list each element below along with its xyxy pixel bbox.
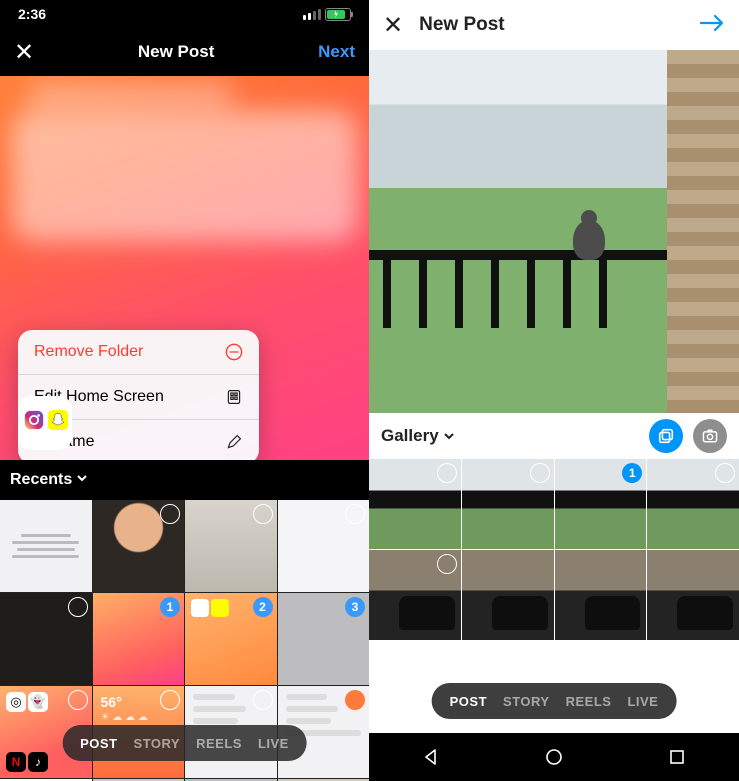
folder-app-icons bbox=[18, 396, 72, 450]
select-circle[interactable] bbox=[437, 554, 457, 574]
pencil-icon bbox=[225, 433, 243, 451]
back-icon[interactable] bbox=[420, 746, 442, 768]
photo-thumbnail[interactable] bbox=[555, 550, 647, 640]
mode-selector: POST STORY REELS LIVE bbox=[432, 683, 677, 719]
home-icon[interactable] bbox=[543, 746, 565, 768]
mode-live[interactable]: LIVE bbox=[258, 736, 289, 751]
mode-story[interactable]: STORY bbox=[134, 736, 181, 751]
bird-subject bbox=[573, 220, 605, 260]
photo-thumbnail[interactable]: 2 bbox=[185, 593, 277, 685]
android-nav-buttons bbox=[369, 733, 739, 781]
instagram-icon bbox=[23, 409, 45, 437]
signal-icon bbox=[303, 9, 321, 20]
close-icon[interactable]: ✕ bbox=[14, 38, 34, 67]
select-circle[interactable] bbox=[345, 504, 365, 524]
chevron-down-icon bbox=[76, 471, 88, 489]
selection-badge[interactable]: 1 bbox=[160, 597, 180, 617]
photo-thumbnail[interactable] bbox=[369, 459, 461, 549]
select-circle[interactable] bbox=[68, 690, 88, 710]
android-screenshot: ✕ New Post Gallery bbox=[369, 0, 739, 781]
photo-thumbnail[interactable] bbox=[0, 500, 92, 592]
chevron-down-icon bbox=[443, 430, 455, 442]
ios-nav-bar: ✕ New Post Next bbox=[0, 28, 369, 76]
ios-status-bar: 2:36 bbox=[0, 0, 369, 28]
album-label: Gallery bbox=[381, 426, 439, 446]
select-circle[interactable] bbox=[160, 690, 180, 710]
mode-post[interactable]: POST bbox=[450, 694, 487, 709]
photo-thumbnail[interactable]: 1 bbox=[555, 459, 647, 549]
apps-icon bbox=[225, 388, 243, 406]
photo-thumbnail[interactable] bbox=[647, 459, 739, 549]
album-picker-row: Gallery bbox=[369, 413, 739, 459]
selected-photo-preview bbox=[369, 50, 739, 413]
photo-grid: 1 bbox=[369, 459, 739, 640]
mode-story[interactable]: STORY bbox=[503, 694, 550, 709]
select-circle[interactable] bbox=[253, 504, 273, 524]
mode-selector: POST STORY REELS LIVE bbox=[62, 725, 307, 761]
menu-label: Remove Folder bbox=[34, 343, 143, 361]
select-circle[interactable] bbox=[437, 463, 457, 483]
photo-thumbnail[interactable]: 1 bbox=[93, 593, 185, 685]
photo-thumbnail[interactable] bbox=[369, 550, 461, 640]
weather-temp: 56° bbox=[101, 694, 122, 710]
android-nav-bar: ✕ New Post bbox=[369, 0, 739, 50]
menu-remove-folder[interactable]: Remove Folder bbox=[18, 330, 259, 375]
select-circle[interactable] bbox=[253, 690, 273, 710]
album-picker[interactable]: Recents bbox=[0, 460, 369, 500]
weather-icon: ☀ ☁ ☁ ☁ bbox=[101, 712, 148, 723]
selection-badge[interactable]: 1 bbox=[622, 463, 642, 483]
mode-live[interactable]: LIVE bbox=[627, 694, 658, 709]
selected-photo-preview: Remove Folder Edit Home Screen Rename bbox=[0, 76, 369, 460]
mode-post[interactable]: POST bbox=[80, 736, 117, 751]
photo-thumbnail[interactable]: 3 bbox=[278, 593, 370, 685]
select-circle[interactable] bbox=[68, 597, 88, 617]
photo-thumbnail[interactable] bbox=[278, 500, 370, 592]
select-circle[interactable] bbox=[345, 690, 365, 710]
recents-icon[interactable] bbox=[666, 746, 688, 768]
page-title: New Post bbox=[138, 42, 215, 62]
next-arrow-button[interactable] bbox=[699, 13, 725, 38]
photo-thumbnail[interactable] bbox=[93, 500, 185, 592]
ios-screenshot: 2:36 ✕ New Post Next Remove Folder bbox=[0, 0, 369, 781]
select-circle[interactable] bbox=[715, 463, 735, 483]
close-icon[interactable]: ✕ bbox=[383, 11, 403, 40]
select-circle[interactable] bbox=[160, 504, 180, 524]
selection-badge[interactable]: 2 bbox=[253, 597, 273, 617]
snapchat-icon bbox=[48, 410, 68, 436]
mode-reels[interactable]: REELS bbox=[196, 736, 242, 751]
photo-thumbnail[interactable] bbox=[185, 500, 277, 592]
photo-thumbnail[interactable] bbox=[647, 550, 739, 640]
album-picker[interactable]: Gallery bbox=[381, 426, 639, 446]
multi-select-button[interactable] bbox=[649, 419, 683, 453]
mode-reels[interactable]: REELS bbox=[566, 694, 612, 709]
camera-button[interactable] bbox=[693, 419, 727, 453]
page-title: New Post bbox=[419, 14, 683, 36]
photo-thumbnail[interactable] bbox=[462, 459, 554, 549]
photo-thumbnail[interactable] bbox=[462, 550, 554, 640]
battery-icon bbox=[325, 8, 351, 21]
remove-icon bbox=[225, 343, 243, 361]
album-label: Recents bbox=[10, 471, 72, 489]
select-circle[interactable] bbox=[530, 463, 550, 483]
selection-badge[interactable]: 3 bbox=[345, 597, 365, 617]
status-time: 2:36 bbox=[18, 6, 46, 22]
next-button[interactable]: Next bbox=[318, 42, 355, 62]
photo-thumbnail[interactable] bbox=[0, 593, 92, 685]
